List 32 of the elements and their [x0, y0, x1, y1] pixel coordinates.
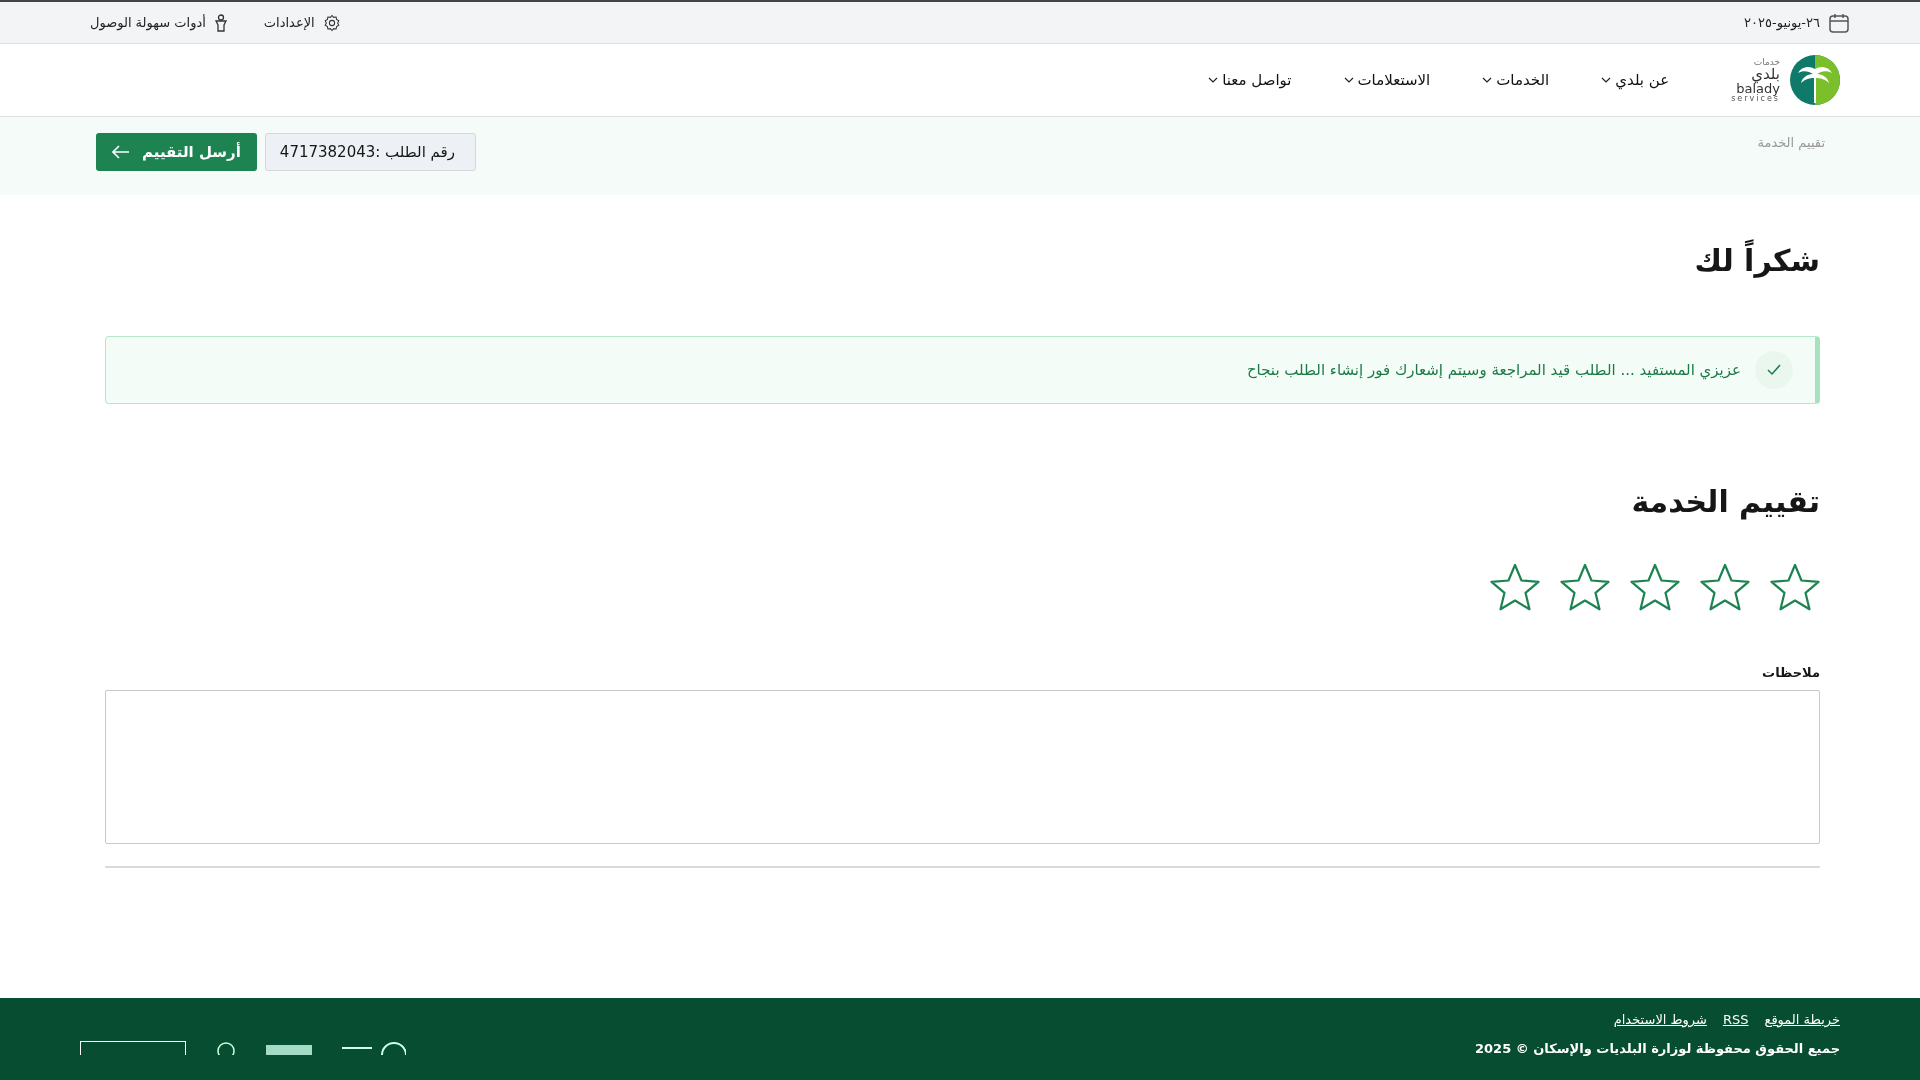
settings-icon: [322, 13, 341, 32]
breadcrumb: تقييم الخدمة: [1757, 135, 1825, 153]
logo-text: بلدي: [1751, 66, 1780, 82]
star-icon[interactable]: [1630, 563, 1680, 611]
send-rating-button[interactable]: أرسل التقييم: [96, 133, 257, 171]
nav-menu-item[interactable]: عن بلدي: [1601, 71, 1670, 89]
notes-label: ملاحظات: [1761, 665, 1820, 680]
star-icon[interactable]: [1490, 563, 1540, 611]
nav-menu-item[interactable]: تواصل معنا: [1208, 71, 1292, 89]
check-icon: [1755, 351, 1793, 389]
star-icon[interactable]: [1700, 563, 1750, 611]
copyright-text: جميع الحقوق محفوظة لوزارة البلديات والإسكان © 2025: [1475, 1041, 1840, 1056]
logo-text: خدمات: [1753, 57, 1780, 67]
footer-link[interactable]: RSS: [1722, 1012, 1749, 1027]
accessibility-link[interactable]: أدوات سهولة الوصول: [90, 13, 228, 32]
request-number: رقم الطلب :4717382043: [264, 133, 476, 171]
arrow-left-icon: [112, 145, 130, 159]
settings-link[interactable]: الإعدادات: [263, 13, 341, 32]
alert-message: عزيزي المستفيد ... الطلب قيد المراجعة وسيتم إشعارك فور إنشاء الطلب بنجاح: [1246, 361, 1741, 379]
logo-text: services: [1731, 94, 1780, 103]
footer-link[interactable]: شروط الاستخدام: [1613, 1012, 1707, 1027]
nav-menu-item[interactable]: الخدمات: [1482, 71, 1550, 89]
current-date: ٢٦-يونيو-٢٠٢٥: [1744, 15, 1820, 30]
notes-field[interactable]: [105, 690, 1820, 844]
footer-link[interactable]: خريطة الموقع: [1764, 1012, 1840, 1027]
person-icon: [213, 13, 228, 32]
star-icon[interactable]: [1560, 563, 1610, 611]
nav-menu-item[interactable]: الاستعلامات: [1343, 71, 1431, 89]
star-icon[interactable]: [1770, 563, 1820, 611]
palm-logo-icon: [1790, 55, 1840, 105]
section-title: تقييم الخدمة: [1630, 484, 1820, 519]
calendar-icon: [1828, 11, 1850, 34]
